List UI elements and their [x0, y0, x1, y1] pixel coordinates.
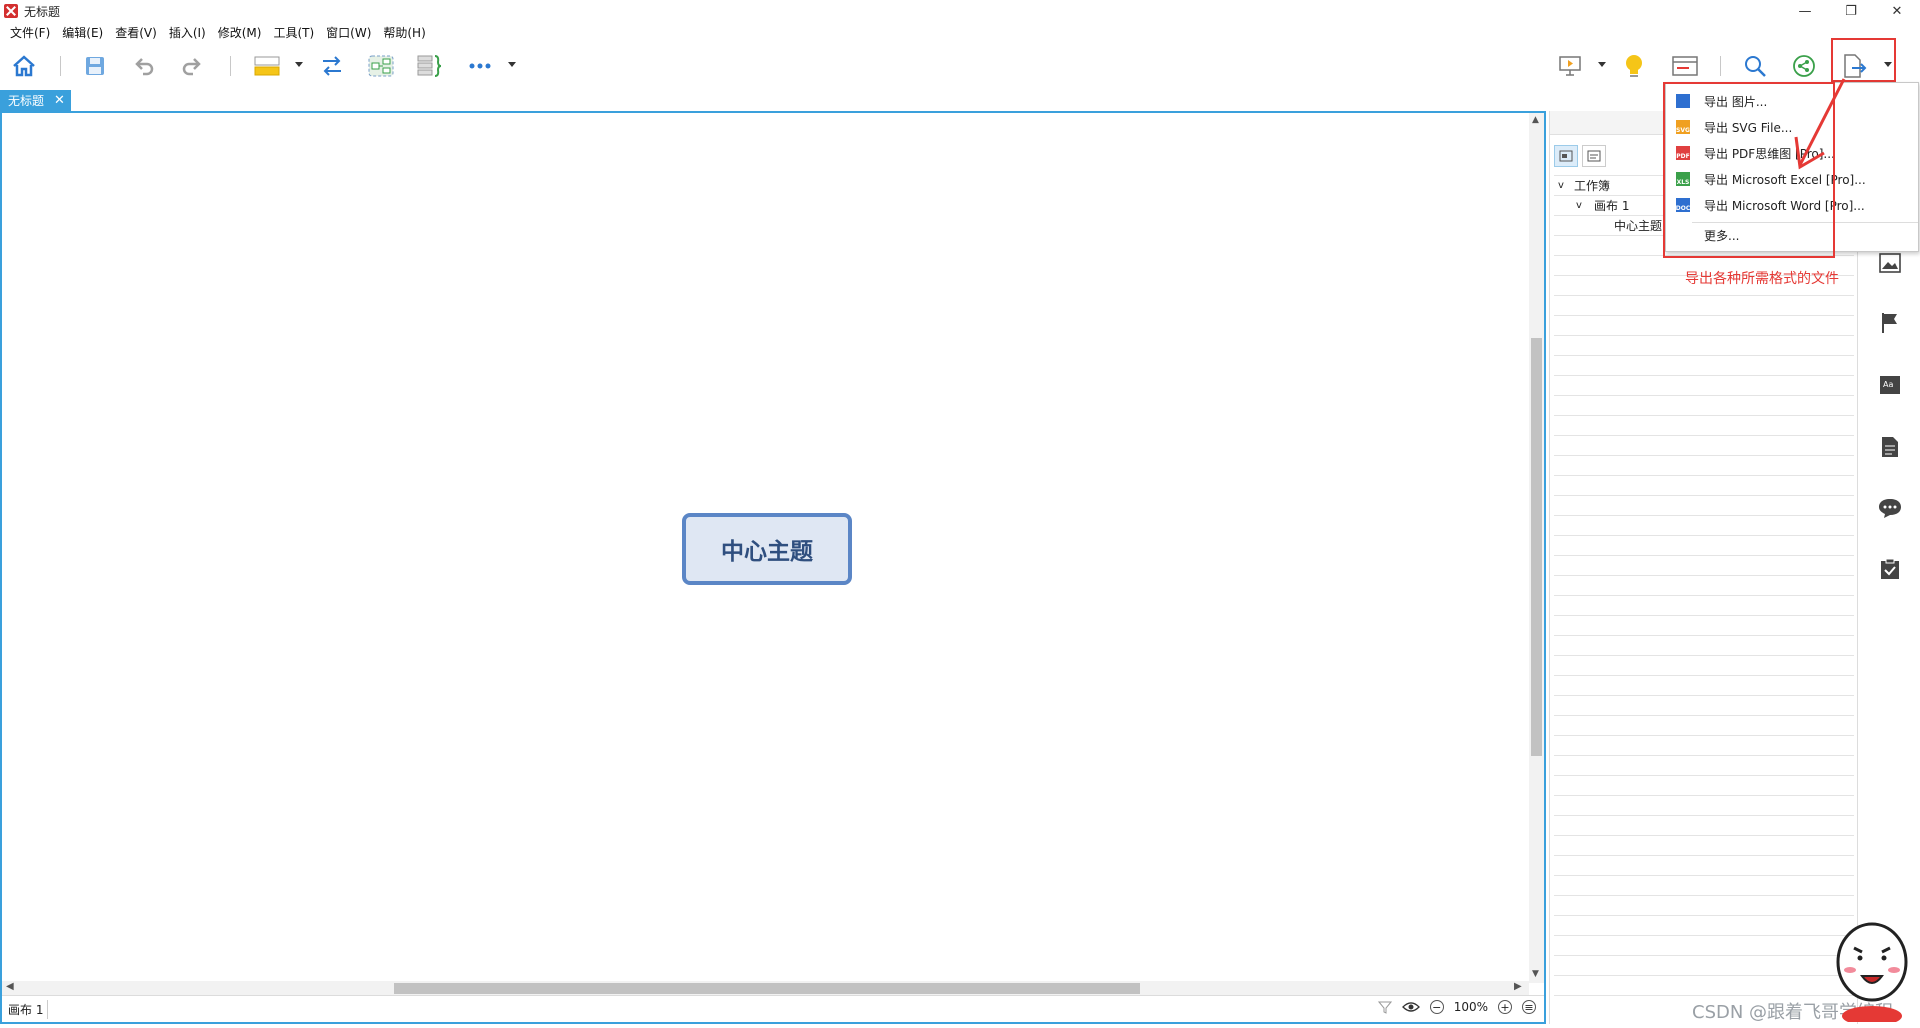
status-bar: 画布 1 − 100% + ≡: [2, 995, 1544, 1022]
title-bar: 无标题 — ❐ ✕: [0, 0, 1920, 22]
presentation-icon[interactable]: [1554, 50, 1586, 82]
summary-icon[interactable]: [413, 50, 445, 82]
close-tab-icon[interactable]: ✕: [54, 93, 65, 108]
fit-view-icon[interactable]: ≡: [1522, 1000, 1536, 1014]
search-icon[interactable]: [1739, 50, 1771, 82]
close-window-button[interactable]: ✕: [1874, 0, 1920, 22]
more-icon[interactable]: [464, 50, 496, 82]
idea-icon[interactable]: [1618, 50, 1650, 82]
relationship-icon[interactable]: [316, 50, 348, 82]
topic-style-dropdown-icon[interactable]: [295, 62, 303, 67]
filter-icon[interactable]: [1377, 1000, 1392, 1014]
text-format-icon[interactable]: Aa: [1878, 373, 1902, 397]
boundary-icon[interactable]: [365, 50, 397, 82]
toolbar-separator: [1720, 56, 1721, 76]
redo-icon[interactable]: [176, 50, 208, 82]
marker-flag-icon[interactable]: [1878, 311, 1902, 335]
save-icon[interactable]: [79, 50, 111, 82]
outline-view-icon[interactable]: [1669, 50, 1701, 82]
central-topic[interactable]: 中心主题: [682, 513, 852, 585]
svg-text:Aa: Aa: [1883, 380, 1893, 389]
home-icon[interactable]: [8, 50, 40, 82]
document-tab-label: 无标题: [8, 94, 45, 108]
minimize-button[interactable]: —: [1782, 0, 1828, 22]
sheet-tab[interactable]: 画布 1: [2, 999, 49, 1019]
eye-icon[interactable]: [1401, 1001, 1420, 1013]
restore-button[interactable]: ❐: [1828, 0, 1874, 22]
zoom-level: 100%: [1453, 1000, 1488, 1014]
menu-edit[interactable]: 编辑(E): [56, 24, 109, 41]
scroll-down-icon[interactable]: ▼: [1532, 969, 1539, 979]
toolbar-separator: [60, 56, 61, 76]
scroll-left-icon[interactable]: ◀: [6, 981, 14, 992]
window-title: 无标题: [24, 4, 61, 19]
expand-arrow-icon[interactable]: v: [1558, 180, 1574, 191]
xmind-logo-icon: [4, 4, 18, 18]
tree-item-label: 工作簿: [1574, 178, 1611, 193]
menu-file[interactable]: 文件(F): [4, 24, 56, 41]
menu-help[interactable]: 帮助(H): [377, 24, 431, 41]
menu-view[interactable]: 查看(V): [109, 24, 163, 41]
tree-item-label: 中心主题: [1614, 218, 1663, 233]
mascot-sticker-icon: [1836, 922, 1908, 1022]
toolbar: [0, 42, 1920, 90]
menu-modify[interactable]: 修改(M): [212, 24, 268, 41]
expand-arrow-icon[interactable]: v: [1576, 200, 1594, 211]
zoom-controls: − 100% + ≡: [1377, 1000, 1536, 1014]
annotation-arrow-icon: [1794, 78, 1846, 170]
task-icon[interactable]: [1878, 557, 1902, 581]
mindmap-canvas[interactable]: 中心主题 ▲ ▼ ◀ ▶ 画布 1 − 100% + ≡: [0, 111, 1546, 1024]
menu-insert[interactable]: 插入(I): [163, 24, 212, 41]
tree-item-label: 画布 1: [1594, 198, 1630, 213]
menu-window[interactable]: 窗口(W): [320, 24, 377, 41]
horizontal-scroll-thumb[interactable]: [394, 983, 1140, 994]
vertical-scrollbar[interactable]: ▲ ▼: [1529, 113, 1544, 983]
notes-icon[interactable]: [1878, 435, 1902, 459]
zoom-out-icon[interactable]: −: [1429, 1000, 1444, 1014]
outline-row-lines: [1554, 175, 1854, 1015]
menu-bar: 文件(F) 编辑(E) 查看(V) 插入(I) 修改(M) 工具(T) 窗口(W…: [0, 22, 432, 42]
vertical-scroll-thumb[interactable]: [1531, 338, 1542, 756]
annotation-note: 导出各种所需格式的文件: [1685, 271, 1839, 287]
zoom-in-icon[interactable]: +: [1498, 1000, 1512, 1014]
comments-icon[interactable]: [1878, 496, 1902, 520]
outline-tab-icon[interactable]: [1582, 145, 1606, 167]
menu-tools[interactable]: 工具(T): [267, 24, 320, 41]
toolbar-separator: [230, 56, 231, 76]
undo-icon[interactable]: [128, 50, 160, 82]
topic-style-icon[interactable]: [251, 50, 283, 82]
document-tab[interactable]: 无标题 ✕: [0, 90, 71, 111]
panel-tabs: [1554, 145, 1606, 167]
scroll-up-icon[interactable]: ▲: [1532, 115, 1539, 125]
scroll-right-icon[interactable]: ▶: [1514, 981, 1522, 992]
window-controls: — ❐ ✕: [1782, 0, 1920, 22]
overview-tab-icon[interactable]: [1554, 145, 1578, 167]
horizontal-scrollbar[interactable]: ◀ ▶: [2, 981, 1529, 995]
presentation-dropdown-icon[interactable]: [1598, 62, 1606, 67]
image-icon[interactable]: [1878, 251, 1902, 275]
more-dropdown-icon[interactable]: [508, 62, 516, 67]
